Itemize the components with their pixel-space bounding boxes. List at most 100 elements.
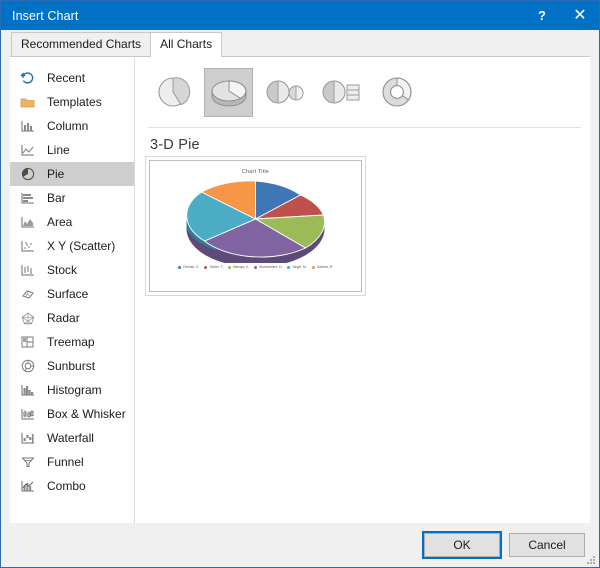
funnel-icon bbox=[19, 455, 36, 470]
window-title: Insert Chart bbox=[12, 8, 79, 23]
sidebar-item-pie[interactable]: Pie bbox=[10, 162, 134, 186]
legend-swatch bbox=[228, 265, 232, 269]
legend-swatch bbox=[287, 265, 291, 269]
legend-label: Singh, M. bbox=[292, 265, 307, 269]
subtype-heading: 3-D Pie bbox=[150, 137, 200, 153]
waterfall-icon bbox=[19, 431, 36, 446]
legend-item: Dadrea, R. bbox=[311, 265, 334, 269]
sidebar-item-combo[interactable]: Combo bbox=[10, 474, 134, 498]
sidebar-item-label: Surface bbox=[47, 287, 89, 301]
sidebar-item-radar[interactable]: Radar bbox=[10, 306, 134, 330]
sidebar-item-scatter[interactable]: X Y (Scatter) bbox=[10, 234, 134, 258]
templates-icon bbox=[19, 95, 36, 110]
surface-chart-icon bbox=[19, 287, 36, 302]
dialog-body: Recent Templates Column Line Pie Bar Are… bbox=[10, 56, 590, 523]
legend-swatch bbox=[311, 265, 315, 269]
legend-swatch bbox=[254, 265, 258, 269]
legend-label: Mohammed, D. bbox=[259, 265, 283, 269]
pie-chart-icon bbox=[19, 167, 36, 182]
resize-grip[interactable] bbox=[585, 554, 596, 565]
sidebar-item-label: Funnel bbox=[47, 455, 84, 469]
chart-legend: Christie, S. Tarder, T. Baroga, K. Moham… bbox=[154, 265, 357, 269]
sidebar-item-treemap[interactable]: Treemap bbox=[10, 330, 134, 354]
sidebar-item-label: Treemap bbox=[47, 335, 95, 349]
sidebar-item-label: Radar bbox=[47, 311, 80, 325]
treemap-icon bbox=[19, 335, 36, 350]
sunburst-icon bbox=[19, 359, 36, 374]
scatter-chart-icon bbox=[19, 239, 36, 254]
bar-chart-icon bbox=[19, 191, 36, 206]
sidebar-item-label: Recent bbox=[47, 71, 86, 85]
sidebar-item-label: Line bbox=[47, 143, 70, 157]
legend-label: Christie, S. bbox=[182, 265, 200, 269]
sidebar-item-label: Templates bbox=[47, 95, 102, 109]
sidebar-item-box-whisker[interactable]: Box & Whisker bbox=[10, 402, 134, 426]
stock-chart-icon bbox=[19, 263, 36, 278]
radar-chart-icon bbox=[19, 311, 36, 326]
chart-subtype-panel: 3-D Pie Chart Title Christie, S. Tarder,… bbox=[135, 57, 590, 523]
sidebar-item-label: Column bbox=[47, 119, 89, 133]
line-chart-icon bbox=[19, 143, 36, 158]
pie-3d-graphic bbox=[154, 175, 357, 267]
sidebar-item-line[interactable]: Line bbox=[10, 138, 134, 162]
sidebar-item-sunburst[interactable]: Sunburst bbox=[10, 354, 134, 378]
sidebar-item-label: Area bbox=[47, 215, 73, 229]
bar-of-pie-thumbnail[interactable] bbox=[316, 68, 365, 117]
legend-label: Dadrea, R. bbox=[316, 265, 334, 269]
sidebar-item-label: Waterfall bbox=[47, 431, 94, 445]
pie-3d-thumbnail[interactable] bbox=[204, 67, 253, 117]
pie-of-pie-thumbnail[interactable] bbox=[260, 68, 309, 117]
sidebar-item-templates[interactable]: Templates bbox=[10, 90, 134, 114]
legend-item: Christie, S. bbox=[177, 265, 200, 269]
window-controls: ? ✕ bbox=[523, 1, 599, 30]
cancel-button[interactable]: Cancel bbox=[509, 533, 585, 557]
sidebar-item-label: X Y (Scatter) bbox=[47, 239, 116, 253]
area-chart-icon bbox=[19, 215, 36, 230]
sidebar-item-histogram[interactable]: Histogram bbox=[10, 378, 134, 402]
legend-item: Mohammed, D. bbox=[254, 265, 282, 269]
legend-label: Tarder, T. bbox=[209, 265, 224, 269]
combo-chart-icon bbox=[19, 479, 36, 494]
sidebar-item-funnel[interactable]: Funnel bbox=[10, 450, 134, 474]
tab-recommended-charts[interactable]: Recommended Charts bbox=[11, 32, 152, 56]
sidebar-item-recent[interactable]: Recent bbox=[10, 66, 134, 90]
close-icon[interactable]: ✕ bbox=[561, 1, 599, 30]
chart-subtype-thumbnails bbox=[148, 57, 590, 121]
subtype-separator bbox=[148, 127, 581, 128]
sidebar-item-area[interactable]: Area bbox=[10, 210, 134, 234]
sidebar-item-surface[interactable]: Surface bbox=[10, 282, 134, 306]
pie-2d-thumbnail[interactable] bbox=[148, 68, 197, 117]
tab-strip: Recommended Charts All Charts bbox=[1, 30, 599, 57]
legend-item: Baroga, K. bbox=[228, 265, 249, 269]
histogram-icon bbox=[19, 383, 36, 398]
tab-all-charts[interactable]: All Charts bbox=[150, 32, 223, 57]
column-chart-icon bbox=[19, 119, 36, 134]
legend-swatch bbox=[177, 265, 181, 269]
title-bar: Insert Chart ? ✕ bbox=[1, 1, 599, 30]
chart-preview[interactable]: Chart Title Christie, S. Tarder, T. Baro… bbox=[149, 160, 362, 292]
sidebar-item-bar[interactable]: Bar bbox=[10, 186, 134, 210]
sidebar-item-label: Sunburst bbox=[47, 359, 96, 373]
dialog-footer: OK Cancel bbox=[1, 523, 599, 567]
chart-preview-canvas: Chart Title Christie, S. Tarder, T. Baro… bbox=[154, 169, 357, 291]
doughnut-thumbnail[interactable] bbox=[372, 68, 421, 117]
recent-icon bbox=[19, 71, 36, 86]
sidebar-item-label: Stock bbox=[47, 263, 78, 277]
sidebar-item-label: Histogram bbox=[47, 383, 102, 397]
sidebar-item-label: Box & Whisker bbox=[47, 407, 126, 421]
help-icon[interactable]: ? bbox=[523, 1, 561, 30]
sidebar-item-label: Combo bbox=[47, 479, 86, 493]
sidebar-item-waterfall[interactable]: Waterfall bbox=[10, 426, 134, 450]
chart-category-list[interactable]: Recent Templates Column Line Pie Bar Are… bbox=[10, 57, 135, 523]
legend-swatch bbox=[204, 265, 208, 269]
sidebar-item-column[interactable]: Column bbox=[10, 114, 134, 138]
sidebar-item-stock[interactable]: Stock bbox=[10, 258, 134, 282]
ok-button[interactable]: OK bbox=[424, 533, 500, 557]
sidebar-item-label: Bar bbox=[47, 191, 66, 205]
legend-item: Singh, M. bbox=[287, 265, 307, 269]
box-whisker-icon bbox=[19, 407, 36, 422]
insert-chart-dialog: Insert Chart ? ✕ Recommended Charts All … bbox=[0, 0, 600, 568]
legend-label: Baroga, K. bbox=[233, 265, 250, 269]
legend-item: Tarder, T. bbox=[204, 265, 223, 269]
sidebar-item-label: Pie bbox=[47, 167, 65, 181]
